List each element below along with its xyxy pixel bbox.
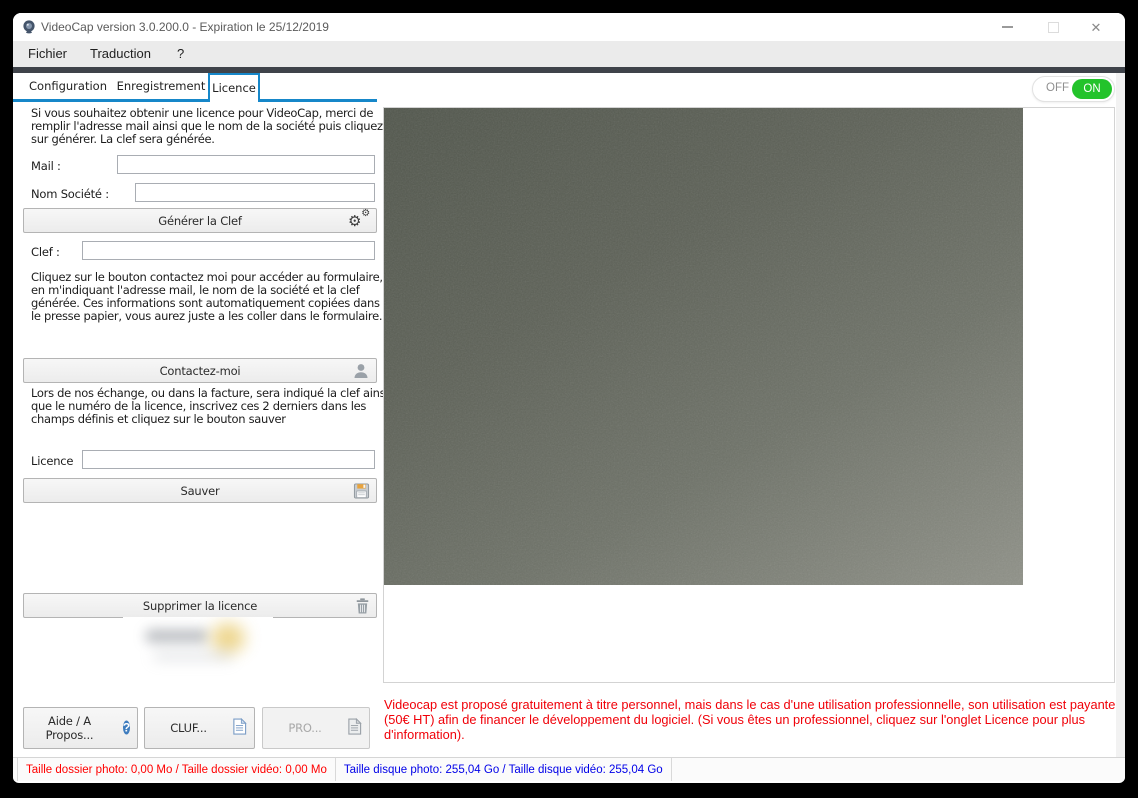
tab-configuration[interactable]: Configuration <box>23 73 113 99</box>
window-title: VideoCap version 3.0.200.0 - Expiration … <box>41 20 329 34</box>
floppy-disk-icon <box>353 482 370 499</box>
app-window: VideoCap version 3.0.200.0 - Expiration … <box>13 13 1125 783</box>
help-about-label: Aide / A Propos... <box>39 714 101 742</box>
pro-label: PRO... <box>288 721 321 735</box>
maximize-button[interactable] <box>1038 17 1068 37</box>
minimize-icon <box>1002 26 1013 28</box>
toggle-off-label[interactable]: OFF <box>1046 82 1069 94</box>
cluf-button[interactable]: CLUF... <box>144 707 255 749</box>
mail-input[interactable] <box>117 155 375 174</box>
menu-help[interactable]: ? <box>173 41 188 67</box>
company-label: Nom Société : <box>31 187 109 201</box>
save-button[interactable]: Sauver <box>23 478 377 503</box>
contact-info-text: Cliquez sur le bouton contactez moi pour… <box>31 271 390 323</box>
camera-video-preview <box>384 108 1023 585</box>
help-question-icon: ? <box>123 721 130 735</box>
key-input[interactable] <box>82 241 375 260</box>
contact-me-label: Contactez-moi <box>160 364 241 378</box>
document-gray-icon <box>347 718 362 735</box>
maximize-icon <box>1048 22 1059 33</box>
license-number-input[interactable] <box>82 450 375 469</box>
status-disk-sizes: Taille disque photo: 255,04 Go / Taille … <box>336 758 672 781</box>
tab-enregistrement[interactable]: Enregistrement <box>113 73 209 99</box>
menu-bar: Fichier Traduction ? <box>13 41 1125 67</box>
license-number-label: Licence <box>31 454 73 468</box>
minimize-button[interactable] <box>992 17 1022 37</box>
screen-background: { "colors": { "accent_blue": "#1687c9", … <box>0 0 1138 798</box>
pro-usage-notice: Videocap est proposé gratuitement à titr… <box>384 697 1118 742</box>
tab-licence[interactable]: Licence <box>208 73 260 102</box>
status-bar: Taille dossier photo: 0,00 Mo / Taille d… <box>13 757 1125 781</box>
key-label: Clef : <box>31 245 60 259</box>
status-folder-sizes: Taille dossier photo: 0,00 Mo / Taille d… <box>17 758 336 781</box>
gears-icon: ⚙ ⚙ <box>348 211 370 231</box>
video-noise <box>384 108 1023 585</box>
cluf-label: CLUF... <box>170 721 207 735</box>
menu-fichier[interactable]: Fichier <box>24 41 71 67</box>
window-edge <box>1116 73 1125 757</box>
webcam-app-icon <box>21 19 37 35</box>
preview-panel <box>383 107 1115 683</box>
person-icon <box>352 362 370 380</box>
menu-traduction[interactable]: Traduction <box>86 41 155 67</box>
generate-key-label: Générer la Clef <box>158 214 242 228</box>
save-info-text: Lors de nos échange, ou dans la facture,… <box>31 387 390 426</box>
document-icon <box>232 718 247 735</box>
toggle-on-label[interactable]: ON <box>1072 79 1112 99</box>
camera-toggle[interactable]: OFF ON <box>1032 76 1115 102</box>
help-about-button[interactable]: Aide / A Propos... ? <box>23 707 138 749</box>
company-input[interactable] <box>135 183 375 202</box>
delete-license-button[interactable]: Supprimer la licence <box>23 593 377 618</box>
licence-intro-text: Si vous souhaitez obtenir une licence po… <box>31 107 390 146</box>
trash-icon <box>355 597 370 614</box>
close-button[interactable]: ✕ <box>1081 17 1111 37</box>
blurred-logo <box>123 617 273 679</box>
save-label: Sauver <box>180 484 219 498</box>
mail-label: Mail : <box>31 159 61 173</box>
close-icon: ✕ <box>1091 21 1102 34</box>
title-bar[interactable]: VideoCap version 3.0.200.0 - Expiration … <box>13 13 1125 41</box>
tab-underline <box>13 99 377 102</box>
pro-button[interactable]: PRO... <box>262 707 370 749</box>
contact-me-button[interactable]: Contactez-moi <box>23 358 377 383</box>
delete-license-label: Supprimer la licence <box>143 599 257 613</box>
generate-key-button[interactable]: Générer la Clef ⚙ ⚙ <box>23 208 377 233</box>
